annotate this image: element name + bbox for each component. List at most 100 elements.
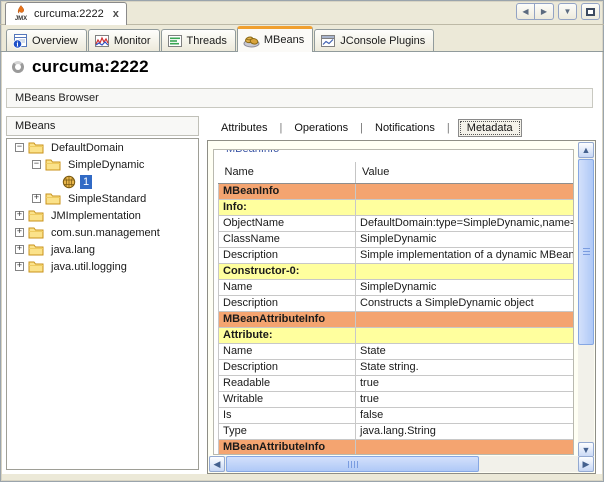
table-row[interactable]: Writabletrue — [219, 391, 574, 407]
expand-toggle-icon[interactable]: + — [15, 262, 24, 271]
folder-icon — [28, 243, 44, 256]
maximize-icon — [586, 8, 595, 16]
mbeans-tree-header: MBeans — [6, 116, 199, 136]
table-row[interactable]: NameState — [219, 343, 574, 359]
table-row[interactable]: ClassNameSimpleDynamic — [219, 231, 574, 247]
tree-node-label: SimpleDynamic — [65, 158, 147, 172]
close-tab-icon[interactable]: x — [113, 8, 119, 20]
tree-node-defaultdomain[interactable]: − DefaultDomain — [7, 139, 198, 156]
cell-name: Is — [219, 407, 356, 423]
tree-node-java-lang[interactable]: +java.lang — [7, 241, 198, 258]
tree-node-simpledynamic[interactable]: − SimpleDynamic — [7, 156, 198, 173]
scroll-up-icon[interactable]: ▲ — [578, 142, 594, 158]
tree-node-java-util-logging[interactable]: +java.util.logging — [7, 258, 198, 275]
table-row[interactable]: Attribute: — [219, 327, 574, 343]
horizontal-scroll-thumb[interactable] — [226, 456, 479, 472]
maximize-button[interactable] — [581, 3, 600, 20]
expand-toggle-icon[interactable]: + — [15, 245, 24, 254]
cell-value — [356, 263, 574, 279]
window-controls: ◀ ▶ ▼ — [516, 3, 600, 20]
vertical-scroll-thumb[interactable] — [578, 159, 594, 345]
table-row[interactable]: MBeanAttributeInfo — [219, 311, 574, 327]
folder-icon — [28, 260, 44, 273]
collapse-toggle-icon[interactable]: − — [15, 143, 24, 152]
thumb-grip — [583, 248, 590, 257]
tab-mbeans[interactable]: MBeans — [237, 26, 313, 52]
tab-jconsole-plugins[interactable]: JConsole Plugins — [314, 29, 434, 51]
connection-status-spinner-icon — [12, 61, 24, 73]
tab-separator: | — [360, 122, 363, 134]
table-row[interactable]: Isfalse — [219, 407, 574, 423]
cell-name: Type — [219, 423, 356, 439]
column-header-name[interactable]: Name — [219, 162, 356, 183]
horizontal-scrollbar[interactable]: ◀ ▶ — [209, 456, 594, 472]
tab-threads[interactable]: Threads — [161, 29, 236, 51]
tree-node-1[interactable]: 1 — [7, 173, 198, 190]
groupbox-title: MBeanInfo — [222, 149, 283, 155]
menu-dropdown-button[interactable]: ▼ — [558, 3, 577, 20]
table-row[interactable]: DescriptionState string. — [219, 359, 574, 375]
back-arrow-icon: ◀ — [522, 7, 528, 16]
table-row[interactable]: DescriptionSimple implementation of a dy… — [219, 247, 574, 263]
cell-value — [356, 327, 574, 343]
table-row[interactable]: MBeanAttributeInfo — [219, 439, 574, 455]
detail-tab-notifications[interactable]: Notifications — [371, 120, 439, 136]
cell-value: SimpleDynamic — [356, 231, 574, 247]
table-row[interactable]: Readabletrue — [219, 375, 574, 391]
table-row[interactable]: Info: — [219, 199, 574, 215]
forward-arrow-icon: ▶ — [541, 7, 547, 16]
vertical-scrollbar[interactable]: ▲ ▼ — [578, 142, 594, 458]
tree-node-simplestandard[interactable]: + SimpleStandard — [7, 190, 198, 207]
collapse-toggle-icon[interactable]: − — [32, 160, 41, 169]
folder-icon — [45, 192, 61, 205]
column-header-value[interactable]: Value — [356, 162, 574, 183]
forward-arrow-button[interactable]: ▶ — [535, 3, 554, 20]
tree-node-label: 1 — [80, 175, 92, 189]
table-row[interactable]: ObjectNameDefaultDomain:type=SimpleDynam… — [219, 215, 574, 231]
page-title: curcuma:2222 — [32, 57, 149, 77]
tree-node-label: SimpleStandard — [65, 192, 149, 206]
connection-tab-label: curcuma:2222 — [34, 8, 104, 20]
cell-value — [356, 439, 574, 455]
detail-tab-operations[interactable]: Operations — [290, 120, 352, 136]
table-header-row: Name Value — [219, 162, 574, 183]
cell-value — [356, 199, 574, 215]
scroll-left-icon[interactable]: ◀ — [209, 456, 225, 472]
cell-value: Simple implementation of a dynamic MBean… — [356, 247, 574, 263]
cell-name: ClassName — [219, 231, 356, 247]
jconsole-window: JMX curcuma:2222 x ◀ ▶ ▼ iOverviewMonitor T… — [0, 0, 604, 482]
monitor-icon — [94, 33, 110, 49]
leaf-spacer — [49, 177, 58, 186]
cell-name: MBeanAttributeInfo — [219, 311, 356, 327]
table-row[interactable]: DescriptionConstructs a SimpleDynamic ob… — [219, 295, 574, 311]
expand-toggle-icon[interactable]: + — [15, 211, 24, 220]
scroll-right-icon[interactable]: ▶ — [578, 456, 594, 472]
cell-value: Constructs a SimpleDynamic object — [356, 295, 574, 311]
cell-name: Name — [219, 279, 356, 295]
table-row[interactable]: Constructor-0: — [219, 263, 574, 279]
tab-label: Threads — [187, 35, 227, 47]
table-row[interactable]: MBeanInfo — [219, 183, 574, 199]
detail-tab-metadata[interactable]: Metadata — [458, 119, 522, 137]
expand-toggle-icon[interactable]: + — [15, 228, 24, 237]
svg-text:JMX: JMX — [15, 16, 27, 21]
expand-toggle-icon[interactable]: + — [32, 194, 41, 203]
tab-overview[interactable]: iOverview — [6, 29, 87, 51]
connection-tab-strip: JMX curcuma:2222 x ◀ ▶ ▼ — [0, 0, 604, 25]
cell-name: Name — [219, 343, 356, 359]
connection-tab[interactable]: JMX curcuma:2222 x — [5, 2, 127, 25]
detail-tab-attributes[interactable]: Attributes — [217, 120, 271, 136]
table-row[interactable]: Typejava.lang.String — [219, 423, 574, 439]
svg-text:i: i — [17, 40, 19, 48]
table-row[interactable]: NameSimpleDynamic — [219, 279, 574, 295]
cell-name: Description — [219, 359, 356, 375]
tree-node-com-sun-management[interactable]: + com.sun.management — [7, 224, 198, 241]
cell-name: Readable — [219, 375, 356, 391]
tree-node-label: DefaultDomain — [48, 141, 127, 155]
tab-monitor[interactable]: Monitor — [88, 29, 160, 51]
cell-name: Writable — [219, 391, 356, 407]
folder-icon — [45, 158, 61, 171]
tree-node-jmimplementation[interactable]: +JMImplementation — [7, 207, 198, 224]
back-arrow-button[interactable]: ◀ — [516, 3, 535, 20]
tree-node-label: com.sun.management — [48, 226, 163, 240]
